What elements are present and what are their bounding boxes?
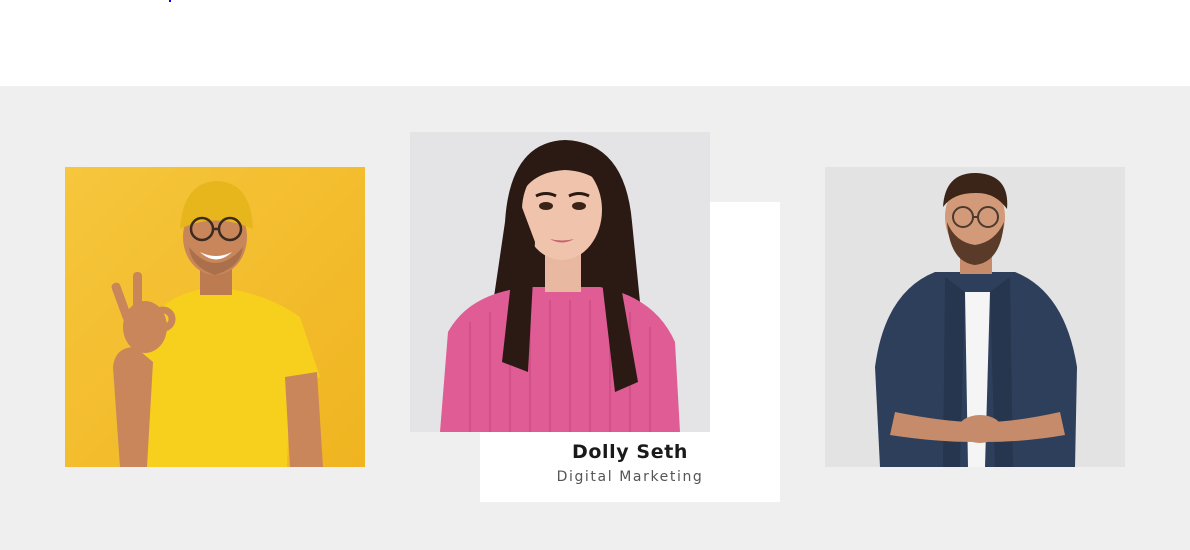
page: Dolly Seth Digital Marketing xyxy=(0,0,1190,550)
member-name: Dolly Seth xyxy=(571,441,689,463)
man-navy-shirt-photo xyxy=(825,167,1125,467)
team-section: Dolly Seth Digital Marketing xyxy=(0,86,1190,550)
team-member-photo-1[interactable] xyxy=(65,167,365,467)
team-member-photo-3[interactable] xyxy=(825,167,1125,467)
member-role: Digital Marketing xyxy=(556,469,704,485)
team-member-photo-2[interactable] xyxy=(410,132,710,432)
woman-photo xyxy=(410,132,710,432)
smiling-man-photo xyxy=(65,167,365,467)
top-link-dot[interactable] xyxy=(169,0,171,2)
